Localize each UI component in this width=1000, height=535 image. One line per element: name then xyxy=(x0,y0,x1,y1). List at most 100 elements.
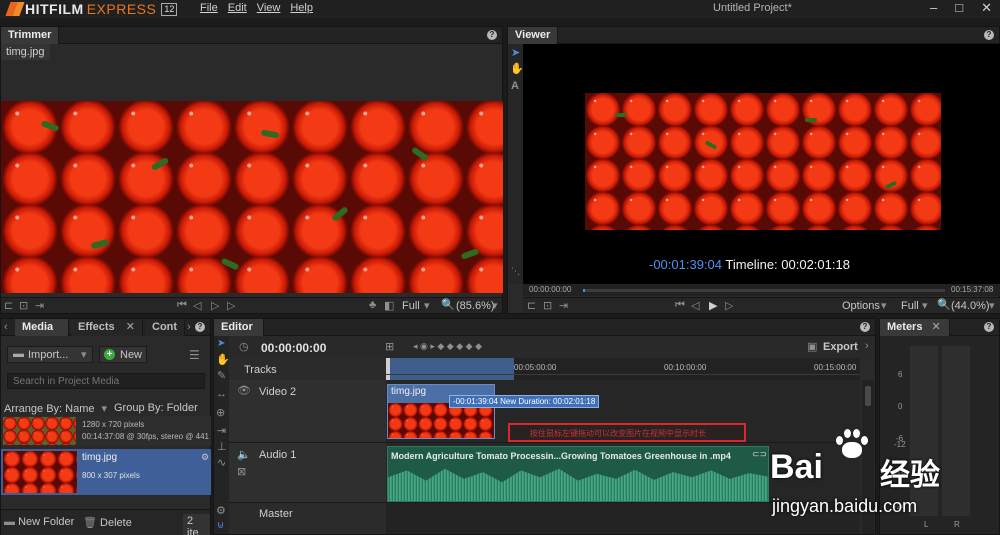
zoom-icon[interactable]: 🔍 xyxy=(937,298,951,311)
close-icon[interactable]: ✕ xyxy=(126,321,135,333)
chevron-right-icon[interactable]: › xyxy=(865,340,869,352)
new-folder-button[interactable]: ▬ New Folder xyxy=(4,516,74,528)
slip-tool-icon[interactable]: ↔ xyxy=(216,388,227,400)
chevron-right-icon[interactable]: › xyxy=(187,321,191,333)
help-icon[interactable]: ? xyxy=(984,30,994,40)
step-forward-icon[interactable]: ▷ xyxy=(227,299,235,312)
play-icon[interactable]: ▷ xyxy=(211,299,219,312)
audio-waveform xyxy=(388,468,768,501)
tab-trimmer[interactable]: Trimmer xyxy=(1,27,60,44)
menu-view[interactable]: View xyxy=(257,2,281,14)
step-forward-icon[interactable]: ▷ xyxy=(725,299,733,312)
export-frame-icon[interactable]: ⇥ xyxy=(559,299,568,312)
arrange-dropdown[interactable]: Arrange By: Name ▾ xyxy=(4,402,107,415)
tab-viewer[interactable]: Viewer xyxy=(508,27,559,44)
tab-media[interactable]: Media xyxy=(15,319,69,336)
color-icon[interactable]: ♣ xyxy=(369,299,376,311)
maximize-button[interactable]: □ xyxy=(955,0,963,16)
go-start-icon[interactable]: ⏮ xyxy=(675,299,685,312)
step-back-icon[interactable]: ◁ xyxy=(691,299,699,312)
delete-button[interactable]: 🗑 Delete xyxy=(83,516,132,529)
roll-tool-icon[interactable]: ⊥ xyxy=(217,440,227,453)
close-icon[interactable]: ✕ xyxy=(932,321,941,333)
video-clip[interactable]: timg.jpg xyxy=(387,384,495,439)
meters-header: Meters ✕ ? xyxy=(880,319,999,336)
play-icon[interactable]: ▶ xyxy=(709,299,717,312)
text-tool-icon[interactable]: A xyxy=(511,80,519,92)
overlay-icon[interactable]: ⊡ xyxy=(19,299,28,312)
trimmer-quality-select[interactable]: Full xyxy=(402,300,420,312)
list-item[interactable]: 1280 x 720 pixels 00:14:37:08 @ 30fps, s… xyxy=(1,416,211,446)
waveform-icon[interactable]: ⊠ xyxy=(237,465,246,478)
paw-logo-icon xyxy=(832,428,868,462)
list-view-icon[interactable]: ☰ xyxy=(189,348,200,362)
master-track-header: Master xyxy=(229,503,386,534)
settings-icon[interactable]: ⚙ xyxy=(216,504,226,517)
tab-controls[interactable]: Cont xyxy=(145,319,185,336)
audio-track-header: 🔈 Audio 1 ⊠ xyxy=(229,443,386,503)
hitfilm-logo-icon xyxy=(5,2,25,16)
step-back-icon[interactable]: ◁ xyxy=(193,299,201,312)
ripple-tool-icon[interactable]: ⇥ xyxy=(217,424,226,437)
prev-keyframe-icon[interactable]: ◂ ◉ ▸ ◆ ◆ ◆ ◆ ◆ xyxy=(413,341,482,352)
import-button[interactable]: ▬ Import... ▾ xyxy=(7,346,93,363)
slide-tool-icon[interactable]: ⊕ xyxy=(216,406,225,419)
new-button[interactable]: + New xyxy=(99,346,147,363)
speaker-icon[interactable]: 🔈 xyxy=(237,448,251,461)
select-tool-icon[interactable]: ➤ xyxy=(511,46,520,59)
minimize-button[interactable]: – xyxy=(930,0,937,16)
help-icon[interactable]: ? xyxy=(195,322,205,332)
select-tool-icon[interactable]: ➤ xyxy=(217,338,225,349)
rate-tool-icon[interactable]: ∿ xyxy=(217,456,226,469)
viewer-preview-image xyxy=(585,93,941,230)
help-icon[interactable]: ? xyxy=(984,322,994,332)
hand-tool-icon[interactable]: ✋ xyxy=(510,62,524,75)
export-frame-icon[interactable]: ⇥ xyxy=(35,299,44,312)
chevron-left-icon[interactable]: ‹ xyxy=(4,321,8,333)
overlay-timeline: Timeline: 00:02:01:18 xyxy=(725,257,850,272)
viewer-canvas: -00:01:39:04 Timeline: 00:02:01:18 xyxy=(523,44,1000,284)
menu-help[interactable]: Help xyxy=(290,2,313,14)
viewer-quality-select[interactable]: Full xyxy=(901,300,919,312)
work-area[interactable] xyxy=(390,358,514,380)
editor-timecode[interactable]: 00:00:00:00 xyxy=(261,341,326,355)
menu-file[interactable]: File xyxy=(200,2,218,14)
viewer-options-button[interactable]: Options xyxy=(842,300,880,312)
video-clip-name: timg.jpg xyxy=(391,386,427,397)
editor-tool-column: ➤ ✋ ✎ ↔ ⊕ ⇥ ⊥ ∿ ⚙ ⊍ xyxy=(214,336,230,534)
gear-icon[interactable]: ⚙ xyxy=(201,452,209,463)
help-icon[interactable]: ? xyxy=(487,30,497,40)
snap-icon[interactable]: ⋱ xyxy=(511,266,520,277)
audio-clip[interactable]: Modern Agriculture Tomato Processin...Gr… xyxy=(387,446,769,502)
tab-editor[interactable]: Editor xyxy=(214,319,264,336)
view-mode-icon[interactable]: ◧ xyxy=(384,299,394,312)
razor-tool-icon[interactable]: ✎ xyxy=(217,369,226,382)
go-start-icon[interactable]: ⏮ xyxy=(177,299,187,312)
meter-tick: 6 xyxy=(898,370,903,379)
export-button[interactable]: Export xyxy=(823,341,858,353)
insert-icon[interactable]: ⊏ xyxy=(4,299,13,312)
hand-tool-icon[interactable]: ✋ xyxy=(216,353,230,366)
list-item[interactable]: timg.jpg 800 x 307 pixels ⚙ xyxy=(1,449,211,495)
trimmer-file-tab[interactable]: timg.jpg xyxy=(1,44,50,60)
insert-icon[interactable]: ⊏ xyxy=(527,299,536,312)
help-icon[interactable]: ? xyxy=(860,322,870,332)
delete-label: Delete xyxy=(100,517,132,529)
group-label: Group By: Folder xyxy=(114,402,198,414)
media-item-name: timg.jpg xyxy=(82,452,118,463)
tab-effects[interactable]: Effects ✕ xyxy=(71,319,143,336)
viewer-zoom-value[interactable]: (44.0%) xyxy=(951,300,990,312)
eye-icon[interactable]: 👁 xyxy=(237,384,251,397)
magnet-icon[interactable]: ⊍ xyxy=(217,520,224,531)
viewer-scrub-bar[interactable] xyxy=(583,289,945,292)
zoom-icon[interactable]: 🔍 xyxy=(441,298,455,311)
tab-meters[interactable]: Meters ✕ xyxy=(880,319,950,336)
close-window-button[interactable]: ✕ xyxy=(981,0,992,16)
trimmer-zoom-value[interactable]: (85.6%) xyxy=(456,300,495,312)
menu-edit[interactable]: Edit xyxy=(228,2,247,14)
add-marker-icon[interactable]: ⊞ xyxy=(385,340,394,353)
media-search-input[interactable] xyxy=(7,373,205,389)
overlay-icon[interactable]: ⊡ xyxy=(543,299,552,312)
watermark-brand-cn: 经验 xyxy=(880,459,940,492)
timeline-ruler[interactable]: 00:05:00:00 00:10:00:00 00:15:00:00 xyxy=(386,358,860,380)
